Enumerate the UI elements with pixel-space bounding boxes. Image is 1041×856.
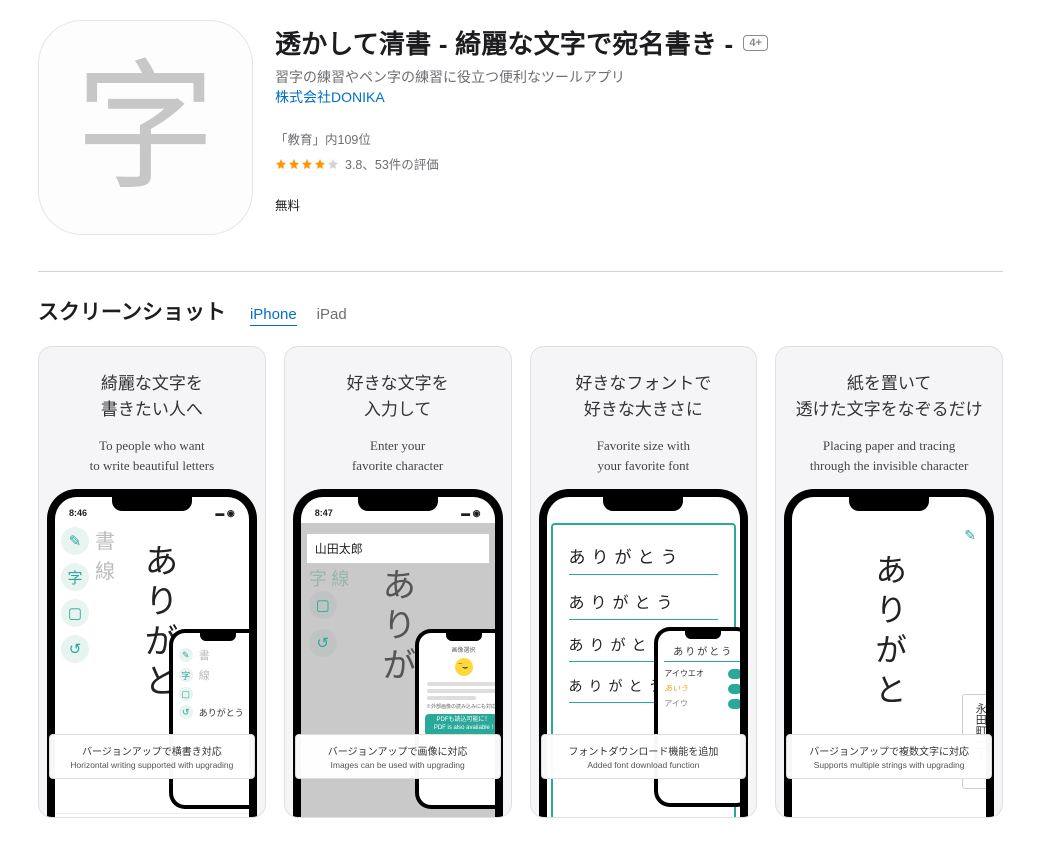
category-rank: 「教育」内109位 bbox=[275, 129, 1003, 148]
shot-2-en: Enter yourfavorite character bbox=[297, 436, 499, 475]
screenshot-1[interactable]: 綺麗な文字を書きたい人へ To people who wantto write … bbox=[38, 346, 266, 818]
smile-icon: ¨⌣ bbox=[455, 658, 473, 676]
notch-icon bbox=[849, 497, 929, 511]
shot-1-banner: バージョンアップで横書き対応 Horizontal writing suppor… bbox=[49, 734, 255, 779]
screenshots-row[interactable]: 綺麗な文字を書きたい人へ To people who wantto write … bbox=[38, 346, 1003, 818]
shot-2-jp: 好きな文字を入力して bbox=[297, 371, 499, 422]
tab-ipad[interactable]: iPad bbox=[317, 306, 347, 326]
reload-icon: ↺ bbox=[61, 635, 89, 663]
screenshot-3[interactable]: 好きなフォントで好きな大きさに Favorite size withyour f… bbox=[530, 346, 758, 818]
signal-icon: ▬ ◉ bbox=[215, 508, 234, 519]
rating-text: 3.8、53件の評価 bbox=[345, 154, 439, 173]
shot-3-banner: フォントダウンロード機能を追加 Added font download func… bbox=[541, 734, 747, 779]
shot-3-jp: 好きなフォントで好きな大きさに bbox=[543, 371, 745, 422]
shot-1-jp: 綺麗な文字を書きたい人へ bbox=[51, 371, 253, 422]
developer-link[interactable]: 株式会社DONIKA bbox=[275, 89, 385, 105]
rating-row[interactable]: 3.8、53件の評価 bbox=[275, 154, 1003, 173]
stars-icon bbox=[275, 158, 339, 170]
screenshots-heading: スクリーンショット bbox=[38, 296, 226, 326]
cloud-icon bbox=[728, 669, 740, 679]
age-badge: 4+ bbox=[743, 35, 768, 51]
mini-phone-1: ✎書 字線 ▢ ↺ありがとう bbox=[169, 629, 249, 809]
shot-4-en: Placing paper and tracingthrough the inv… bbox=[788, 436, 990, 475]
image-icon: ▢ bbox=[309, 591, 337, 619]
app-icon-glyph: 字 bbox=[75, 58, 215, 198]
reload-icon: ↺ bbox=[309, 629, 337, 657]
image-icon: ▢ bbox=[61, 599, 89, 627]
text-input: 山田太郎 bbox=[307, 533, 489, 564]
pen-icon: ✎ bbox=[61, 527, 89, 555]
cloud-icon bbox=[728, 684, 740, 694]
app-icon: 字 bbox=[38, 20, 253, 235]
notch-icon bbox=[603, 497, 683, 511]
pen-icon: ✎ bbox=[964, 527, 976, 544]
mini-phone-3: ありがとう アイウエオ あいう アイウ bbox=[654, 627, 740, 807]
shot-3-en: Favorite size withyour favorite font bbox=[543, 436, 745, 475]
tab-iphone[interactable]: iPhone bbox=[250, 306, 297, 326]
app-title: 透かして清書 - 綺麗な文字で宛名書き - bbox=[275, 24, 733, 61]
shot-4-jp: 紙を置いて透けた文字をなぞるだけ bbox=[788, 371, 990, 422]
tool-buttons: ✎ 字 ▢ ↺ bbox=[61, 527, 89, 663]
app-header: 字 透かして清書 - 綺麗な文字で宛名書き - 4+ 習字の練習やペン字の練習に… bbox=[38, 20, 1003, 272]
app-subtitle: 習字の練習やペン字の練習に役立つ便利なツールアプリ bbox=[275, 67, 1003, 87]
shot-1-en: To people who wantto write beautiful let… bbox=[51, 436, 253, 475]
screenshot-4[interactable]: 紙を置いて透けた文字をなぞるだけ Placing paper and traci… bbox=[775, 346, 1003, 818]
mini-phone-2: 画像選択 ¨⌣ ※外部画像の読み込みにも対応！ PDFも読込可能に！PDF is… bbox=[415, 629, 495, 809]
price-label: 無料 bbox=[275, 195, 1003, 214]
screenshot-2[interactable]: 好きな文字を入力して Enter yourfavorite character … bbox=[284, 346, 512, 818]
notch-icon bbox=[358, 497, 438, 511]
kanji-icon: 字 bbox=[61, 563, 89, 591]
cloud-icon bbox=[728, 699, 740, 709]
shot-4-banner: バージョンアップで複数文字に対応 Supports multiple strin… bbox=[786, 734, 992, 779]
notch-icon bbox=[112, 497, 192, 511]
bottom-toolbar: A A ◆ A| bbox=[55, 813, 249, 818]
shot-2-banner: バージョンアップで画像に対応 Images can be used with u… bbox=[295, 734, 501, 779]
device-tabs: iPhone iPad bbox=[250, 306, 347, 326]
